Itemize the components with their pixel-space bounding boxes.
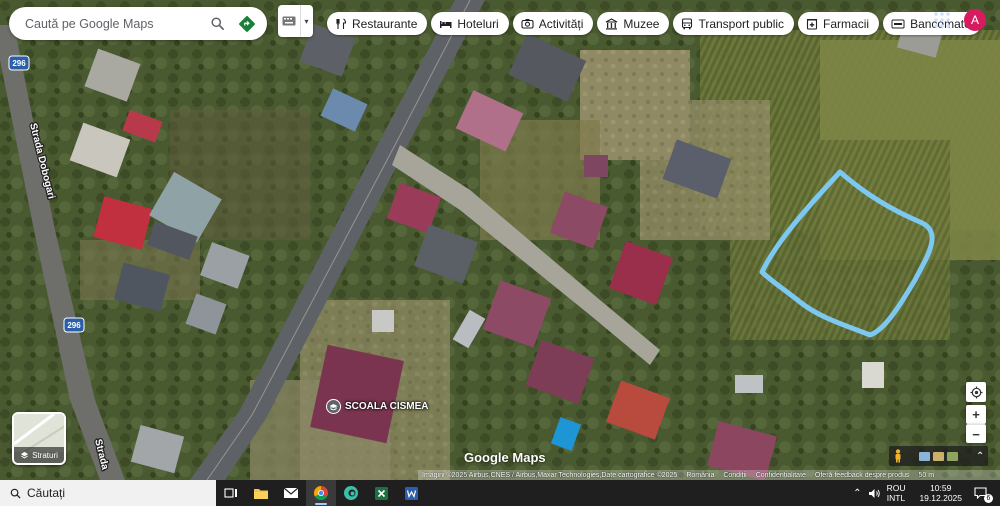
chevron-up-icon[interactable]: ⌃: [853, 488, 861, 499]
browser-icon: [344, 486, 358, 500]
chip-restaurants[interactable]: Restaurante: [327, 12, 428, 35]
layers-icon: [20, 451, 29, 459]
task-view-button[interactable]: [216, 480, 246, 506]
pharmacy-icon: [806, 18, 818, 30]
feedback-link[interactable]: Oferă feedback despre produs: [815, 472, 910, 479]
mail-button[interactable]: [276, 480, 306, 506]
imagery-credit: Imagini ©2025 Airbus,CNES / Airbus,Maxar…: [422, 471, 678, 479]
keyboard-icon[interactable]: [278, 16, 300, 26]
search-input[interactable]: Caută pe Google Maps: [25, 17, 207, 31]
layers-text: Straturi: [32, 450, 58, 460]
pegman-icon[interactable]: [893, 449, 903, 463]
excel-icon: [374, 486, 388, 500]
map-imagery: 296 296 Strada Dobogari Strada: [0, 0, 1000, 480]
search-icon: [10, 488, 21, 499]
layers-label: Straturi: [14, 447, 64, 463]
notifications-button[interactable]: 6: [974, 486, 993, 503]
task-view-icon: [224, 488, 237, 498]
imagery-thumbnail[interactable]: [947, 451, 958, 461]
chip-label: Muzee: [623, 16, 660, 31]
word-button[interactable]: [396, 480, 426, 506]
privacy-link[interactable]: Confidențialitate: [756, 472, 806, 479]
imagery-thumbnail[interactable]: [919, 451, 930, 461]
bed-icon: [440, 21, 452, 28]
chrome-icon: [314, 486, 328, 500]
expand-chevron-icon[interactable]: ⌃: [976, 451, 984, 462]
museum-icon: [606, 17, 618, 29]
search-box[interactable]: Caută pe Google Maps: [9, 7, 267, 40]
my-location-button[interactable]: [966, 382, 986, 402]
atm-icon: [891, 19, 905, 28]
satellite-map[interactable]: 296 296 Strada Dobogari Strada: [0, 0, 1000, 480]
attribution-bar: Imagini ©2025 Airbus,CNES / Airbus,Maxar…: [418, 470, 1000, 480]
school-icon[interactable]: [326, 399, 341, 414]
word-icon: [404, 486, 418, 500]
file-explorer-button[interactable]: [246, 480, 276, 506]
chevron-down-icon[interactable]: ▾: [300, 5, 312, 37]
minus-icon: −: [972, 426, 980, 442]
cutlery-icon: [336, 18, 347, 29]
road-badge-296-top: 296: [8, 55, 30, 71]
chip-public-transport[interactable]: Transport public: [673, 12, 795, 35]
chrome-button[interactable]: [306, 480, 336, 506]
account-avatar[interactable]: A: [964, 9, 986, 31]
keyboard-layout: INTL: [886, 493, 906, 503]
view-toggle[interactable]: ▾: [278, 5, 313, 37]
taskbar-search[interactable]: Căutați: [0, 480, 216, 506]
chip-label: Restaurante: [352, 16, 418, 31]
zoom-out-button[interactable]: −: [966, 424, 986, 443]
chip-label: Transport public: [698, 16, 785, 31]
road-badge-label: 296: [12, 59, 26, 68]
chip-activities[interactable]: Activități: [512, 12, 594, 35]
place-marker[interactable]: SCOALA CISMEA: [326, 399, 429, 414]
clock-time: 10:59: [930, 483, 952, 493]
zoom-in-button[interactable]: +: [966, 405, 986, 424]
crosshair-icon: [969, 385, 983, 399]
directions-icon[interactable]: [237, 14, 257, 34]
chip-label: Hoteluri: [457, 16, 499, 31]
road-badge-label: 296: [67, 321, 81, 330]
terms-link[interactable]: Condiții: [723, 472, 746, 479]
apps-grid-icon[interactable]: [933, 11, 951, 29]
mail-icon: [283, 487, 299, 498]
road-badge-296-bottom: 296: [63, 317, 85, 333]
folder-icon: [254, 488, 268, 499]
chip-label: Activități: [538, 16, 584, 31]
scale-label[interactable]: 50 m: [918, 472, 934, 479]
language-code: ROU: [886, 483, 906, 493]
category-chips: Restaurante Hoteluri Activități Muzee Tr…: [327, 12, 981, 35]
chip-museums[interactable]: Muzee: [597, 12, 670, 35]
edge-button[interactable]: [336, 480, 366, 506]
taskbar-search-label: Căutați: [27, 486, 66, 500]
windows-taskbar: Căutați ⌃ ROU INTL 10:59 19.12.2025 6: [0, 480, 1000, 506]
place-label[interactable]: SCOALA CISMEA: [345, 401, 429, 412]
bus-icon: [682, 17, 693, 29]
excel-button[interactable]: [366, 480, 396, 506]
clock[interactable]: 10:59 19.12.2025: [919, 483, 962, 503]
chip-pharmacies[interactable]: Farmacii: [798, 12, 880, 35]
country-link[interactable]: România: [686, 472, 714, 479]
google-maps-logo: Google Maps: [464, 450, 546, 465]
street-view-bar[interactable]: ⌃: [889, 446, 988, 466]
search-icon[interactable]: [207, 14, 227, 34]
chip-label: Farmacii: [823, 16, 870, 31]
layers-button[interactable]: Straturi: [12, 412, 66, 465]
camera-icon: [521, 19, 534, 29]
notification-count: 6: [984, 494, 993, 503]
plus-icon: +: [972, 407, 980, 422]
chip-hotels[interactable]: Hoteluri: [431, 12, 509, 35]
clock-date: 19.12.2025: [919, 493, 962, 503]
imagery-thumbnail[interactable]: [933, 451, 944, 461]
language-indicator[interactable]: ROU INTL: [887, 483, 906, 503]
volume-icon[interactable]: [868, 488, 881, 499]
system-tray: ⌃ ROU INTL 10:59 19.12.2025 6: [853, 480, 1000, 506]
